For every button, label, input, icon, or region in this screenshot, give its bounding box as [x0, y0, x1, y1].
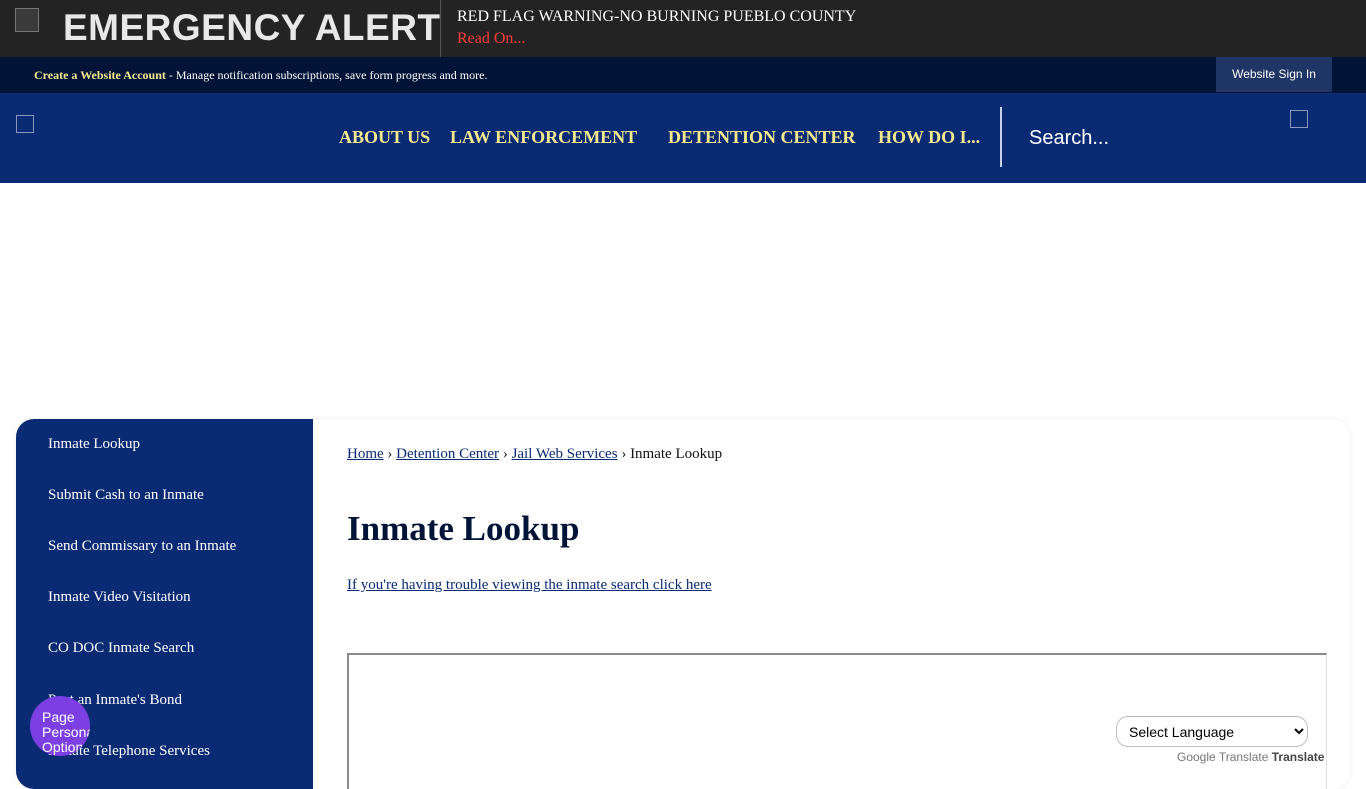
google-translate-attribution[interactable]: Google Translate Translate [1177, 750, 1324, 764]
nav-how-do-i[interactable]: HOW DO I... [878, 127, 980, 148]
alert-title: EMERGENCY ALERT [63, 7, 441, 48]
create-account-link[interactable]: Create a Website Account [34, 68, 166, 82]
nav-detention-center[interactable]: DETENTION CENTER [668, 127, 856, 148]
breadcrumb: Home › Detention Center › Jail Web Servi… [347, 446, 722, 463]
page-options-button[interactable]: Page Personalization Options [30, 696, 90, 756]
nav-law-enforcement[interactable]: LAW ENFORCEMENT [450, 127, 637, 148]
sidebar-item-video-visitation[interactable]: Inmate Video Visitation [48, 589, 191, 606]
alert-message[interactable]: RED FLAG WARNING-NO BURNING PUEBLO COUNT… [457, 8, 856, 26]
alert-read-on-link[interactable]: Read On... [457, 30, 525, 48]
account-bar: Create a Website Account - Manage notifi… [0, 57, 1366, 93]
account-bar-text: Create a Website Account - Manage notifi… [34, 68, 487, 83]
sidebar-item-send-commissary[interactable]: Send Commissary to an Inmate [48, 538, 236, 555]
sidebar-item-submit-cash[interactable]: Submit Cash to an Inmate [48, 487, 204, 504]
breadcrumb-home[interactable]: Home [347, 446, 384, 462]
language-select[interactable]: Select Language [1116, 716, 1308, 747]
emergency-alert-bar: EMERGENCY ALERT RED FLAG WARNING-NO BURN… [0, 0, 1366, 57]
site-header: ABOUT US LAW ENFORCEMENT DETENTION CENTE… [0, 93, 1366, 183]
search-icon[interactable] [1290, 110, 1308, 128]
search-input[interactable] [1029, 123, 1269, 153]
website-sign-in-button[interactable]: Website Sign In [1216, 57, 1332, 92]
nav-about-us[interactable]: ABOUT US [339, 127, 430, 148]
page-options-icon: Page Personalization Options [42, 709, 90, 755]
alert-divider [440, 0, 441, 57]
breadcrumb-jail-web-services[interactable]: Jail Web Services [512, 446, 618, 462]
sidebar-item-co-doc-search[interactable]: CO DOC Inmate Search [48, 640, 194, 657]
breadcrumb-separator: › [383, 446, 397, 462]
breadcrumb-separator: › [499, 446, 512, 462]
header-divider [1000, 107, 1002, 167]
sidebar-item-inmate-lookup[interactable]: Inmate Lookup [48, 436, 140, 453]
inmate-search-help-link[interactable]: If you're having trouble viewing the inm… [347, 577, 712, 594]
account-description: - Manage notification subscriptions, sav… [165, 68, 488, 82]
breadcrumb-detention-center[interactable]: Detention Center [396, 446, 499, 462]
google-translate-logo: Google Translate [1177, 750, 1269, 764]
page-title: Inmate Lookup [347, 509, 580, 548]
translate-label: Translate [1271, 750, 1325, 764]
alert-icon [15, 8, 39, 32]
breadcrumb-current: Inmate Lookup [630, 446, 723, 462]
county-logo[interactable] [16, 115, 34, 133]
breadcrumb-separator: › [617, 446, 631, 462]
